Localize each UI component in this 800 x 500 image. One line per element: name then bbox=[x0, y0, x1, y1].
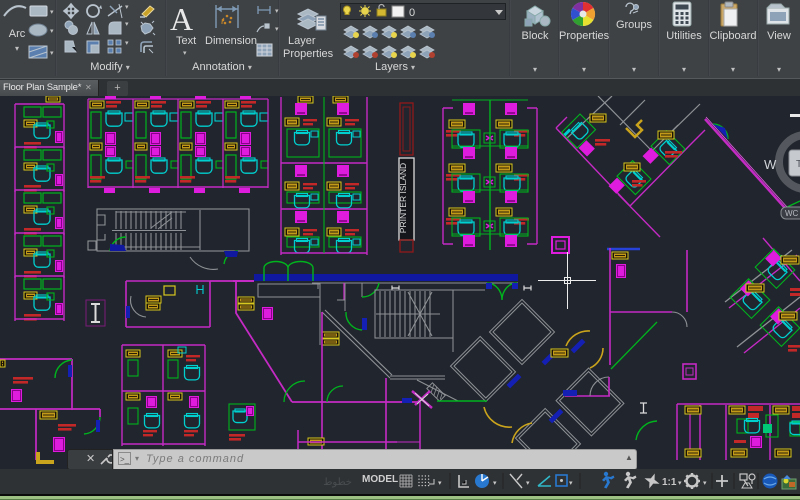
svg-text:▾: ▾ bbox=[569, 480, 573, 487]
svg-text:1:1: 1:1 bbox=[662, 477, 677, 488]
svg-text:▾: ▾ bbox=[438, 480, 442, 487]
svg-text:▾: ▾ bbox=[493, 480, 497, 487]
svg-text:▾: ▾ bbox=[275, 8, 279, 15]
svg-text:▾: ▾ bbox=[125, 4, 129, 11]
svg-text:▾: ▾ bbox=[678, 480, 682, 487]
svg-text:▾: ▾ bbox=[125, 21, 129, 28]
svg-text:Dimension: Dimension bbox=[205, 35, 257, 47]
svg-text:▾: ▾ bbox=[125, 40, 129, 47]
svg-text:▾: ▾ bbox=[50, 50, 54, 57]
svg-text:Text: Text bbox=[176, 35, 196, 47]
svg-text:▾: ▾ bbox=[703, 480, 707, 487]
svg-text:0: 0 bbox=[409, 7, 415, 19]
svg-text:▾: ▾ bbox=[275, 26, 279, 33]
svg-text:WC: WC bbox=[785, 209, 799, 218]
svg-text:A: A bbox=[170, 1, 193, 37]
svg-text:▾: ▾ bbox=[50, 9, 54, 16]
svg-text:PRINTER ISLAND: PRINTER ISLAND bbox=[398, 163, 408, 233]
svg-text:▾: ▾ bbox=[526, 480, 530, 487]
svg-text:▾: ▾ bbox=[183, 50, 187, 57]
svg-text:Layer: Layer bbox=[288, 35, 316, 47]
svg-text:خطوط: خطوط bbox=[323, 477, 352, 488]
svg-text:T: T bbox=[796, 159, 800, 170]
svg-text:W: W bbox=[764, 157, 777, 172]
svg-text:Properties: Properties bbox=[283, 48, 334, 60]
svg-text:▾: ▾ bbox=[50, 28, 54, 35]
